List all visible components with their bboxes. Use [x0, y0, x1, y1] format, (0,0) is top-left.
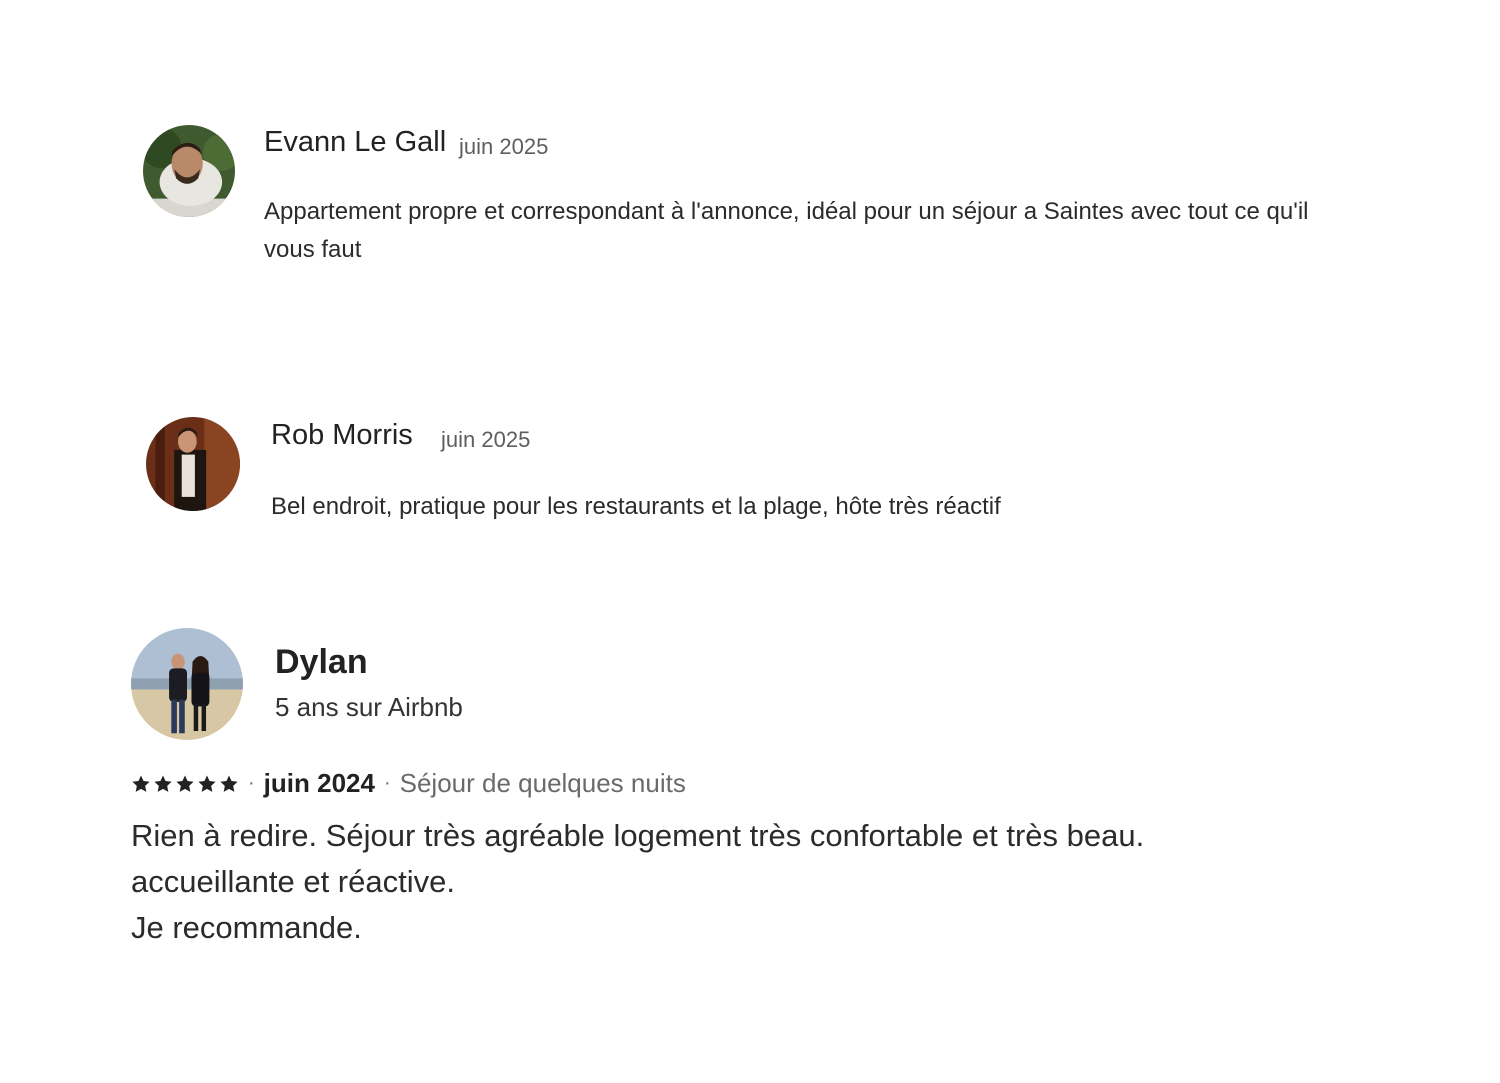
review-text-line: accueillante et réactive.: [131, 864, 455, 899]
star-icon: [176, 775, 194, 792]
star-icon: [132, 775, 150, 792]
stay-length: Séjour de quelques nuits: [399, 768, 686, 798]
avatar-photo-icon: [131, 628, 243, 740]
star-rating: [131, 774, 239, 794]
review-meta: · juin 2024 · Séjour de quelques nuits: [131, 768, 686, 799]
review-date: juin 2025: [459, 134, 549, 159]
star-icon: [220, 775, 238, 792]
star-icon: [154, 775, 172, 792]
review-text: Rien à redire. Séjour très agréable loge…: [131, 813, 1281, 951]
avatar[interactable]: [143, 125, 235, 217]
review-text-line: Rien à redire. Séjour très agréable loge…: [131, 818, 1145, 853]
avatar-photo-icon: [146, 417, 240, 511]
reviewer-tenure: 5 ans sur Airbnb: [275, 692, 463, 722]
avatar[interactable]: [131, 628, 243, 740]
review-text-line: Je recommande.: [131, 910, 362, 945]
separator-dot: ·: [383, 772, 391, 794]
separator-dot: ·: [248, 772, 255, 794]
reviewer-name: Evann Le Gall: [264, 126, 447, 158]
reviewer-name: Dylan: [275, 643, 368, 681]
star-icon: [198, 775, 216, 792]
avatar[interactable]: [146, 417, 240, 511]
avatar-photo-icon: [143, 125, 235, 217]
review-text: Bel endroit, pratique pour les restauran…: [271, 493, 1001, 520]
reviewer-name: Rob Morris: [271, 419, 413, 451]
review-date: juin 2024: [263, 768, 375, 798]
review-date: juin 2025: [441, 427, 531, 452]
review-text: Appartement propre et correspondant à l'…: [264, 198, 1309, 263]
